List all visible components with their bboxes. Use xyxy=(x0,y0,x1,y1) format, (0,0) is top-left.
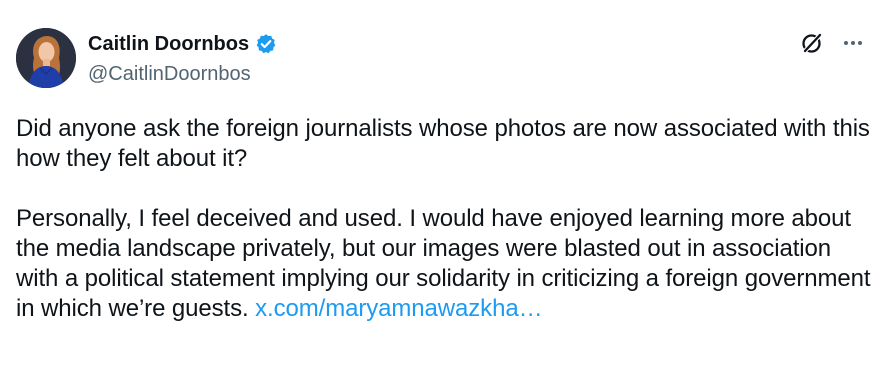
author-name-row: Caitlin Doornbos xyxy=(88,32,277,56)
tweet-paragraph-2: Personally, I feel deceived and used. I … xyxy=(16,204,876,324)
avatar-image xyxy=(16,28,76,88)
tweet-text: Did anyone ask the foreign journalists w… xyxy=(16,114,876,324)
verified-badge-icon[interactable] xyxy=(255,33,277,55)
tweet-link[interactable]: x.com/maryamnawazkha… xyxy=(255,295,542,322)
grok-icon[interactable] xyxy=(799,30,825,61)
avatar[interactable] xyxy=(16,28,76,88)
tweet-paragraph-1: Did anyone ask the foreign journalists w… xyxy=(16,115,870,172)
tweet-card: Caitlin Doornbos @CaitlinDoornbos Did an… xyxy=(0,0,885,380)
author-handle[interactable]: @CaitlinDoornbos xyxy=(88,62,251,86)
author-display-name[interactable]: Caitlin Doornbos xyxy=(88,32,249,56)
more-options-icon[interactable] xyxy=(841,31,865,60)
tweet-actions xyxy=(799,30,865,61)
